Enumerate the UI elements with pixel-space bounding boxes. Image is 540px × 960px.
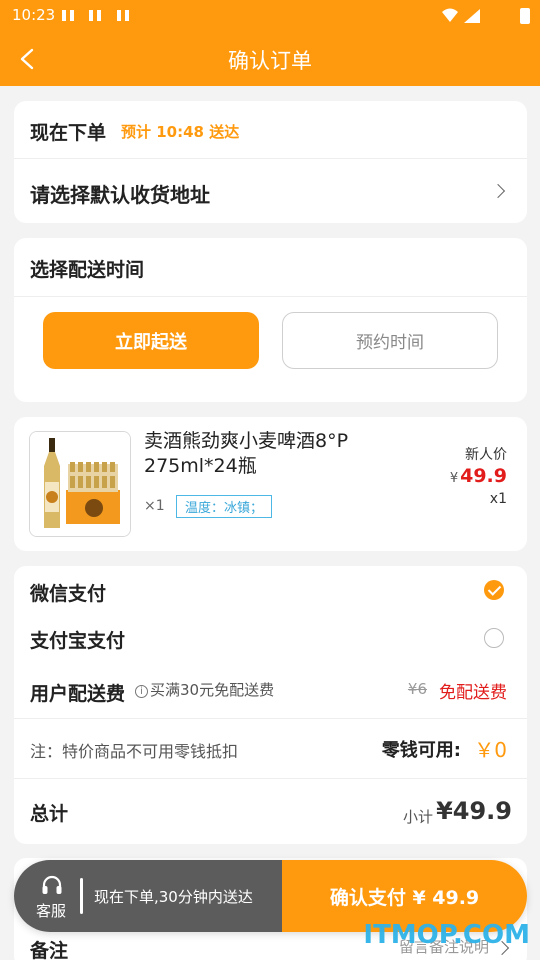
product-count: x1 bbox=[489, 491, 507, 507]
info-icon: i bbox=[135, 685, 148, 698]
customer-service-label: 客服 bbox=[36, 902, 67, 920]
change-available-value: ￥0 bbox=[474, 738, 507, 762]
status-bar: 10:23 bbox=[0, 0, 540, 32]
chevron-right-icon bbox=[490, 183, 506, 199]
order-info-card: 现在下单 预计 10:48 送达 请选择默认收货地址 bbox=[14, 101, 527, 223]
currency-symbol: ¥ bbox=[449, 471, 459, 486]
divider bbox=[14, 718, 527, 719]
wifi-signal-icon bbox=[442, 8, 480, 23]
eta-label: 预计 10:48 送达 bbox=[121, 123, 240, 141]
product-name: 卖酒熊劲爽小麦啤酒8°P 275ml*24瓶 bbox=[144, 430, 349, 477]
special-price-note: 注：特价商品不可用零钱抵扣 bbox=[30, 742, 239, 761]
nav-bar: 确认订单 bbox=[0, 32, 540, 86]
tag-value: 冰镇； bbox=[224, 501, 264, 516]
total-label: 总计 bbox=[30, 803, 69, 825]
schedule-time-button[interactable]: 预约时间 bbox=[282, 312, 498, 369]
page-title: 确认订单 bbox=[228, 49, 312, 73]
battery-icon bbox=[520, 8, 530, 24]
beer-product-illustration bbox=[30, 432, 130, 536]
price-value: 49.9 bbox=[460, 465, 507, 487]
wechat-pay-label[interactable]: 微信支付 bbox=[30, 579, 106, 606]
product-image bbox=[29, 431, 131, 537]
checkout-info: 客服 现在下单,30分钟内送达 bbox=[14, 860, 282, 932]
address-selector[interactable]: 请选择默认收货地址 bbox=[14, 160, 527, 223]
tag-label: 温度： bbox=[185, 501, 225, 516]
status-time: 10:23 bbox=[12, 6, 56, 24]
alipay-radio-icon[interactable] bbox=[484, 628, 504, 648]
product-card: 卖酒熊劲爽小麦啤酒8°P 275ml*24瓶 ×1 温度：冰镇； 新人价 ¥49… bbox=[14, 417, 527, 551]
divider bbox=[80, 878, 83, 914]
notification-icon bbox=[62, 10, 74, 21]
watermark: ITMOP.COM bbox=[363, 920, 530, 950]
order-time-row: 现在下单 预计 10:48 送达 bbox=[14, 101, 527, 159]
product-quantity: ×1 bbox=[144, 498, 165, 514]
fee-hint: i 买满30元免配送费 bbox=[135, 679, 274, 700]
change-available-label: 零钱可用: bbox=[381, 740, 461, 761]
customer-service-button[interactable] bbox=[34, 874, 70, 902]
payment-card: 微信支付 支付宝支付 用户配送费 i 买满30元免配送费 ¥6 免配送费 注：特价… bbox=[14, 566, 527, 844]
product-price: ¥49.9 bbox=[450, 465, 507, 487]
fee-hint-text: 买满30元免配送费 bbox=[150, 681, 275, 699]
address-label: 请选择默认收货地址 bbox=[30, 183, 210, 207]
headset-icon bbox=[42, 875, 62, 894]
delivery-fee-label: 用户配送费 bbox=[30, 683, 126, 705]
delivery-title: 选择配送时间 bbox=[30, 259, 145, 281]
original-fee: ¥6 bbox=[407, 680, 427, 698]
wechat-pay-checked-icon[interactable] bbox=[484, 580, 504, 600]
new-user-price-label: 新人价 bbox=[465, 447, 507, 463]
subtotal-value: ¥49.9 bbox=[436, 797, 512, 825]
temperature-tag: 温度：冰镇； bbox=[176, 495, 273, 518]
notification-icon bbox=[89, 10, 101, 21]
remark-label: 备注 bbox=[30, 940, 69, 960]
notification-icon bbox=[117, 10, 129, 21]
alipay-label[interactable]: 支付宝支付 bbox=[30, 626, 125, 653]
delivery-time-card: 选择配送时间 立即起送 预约时间 bbox=[14, 238, 527, 402]
subtotal-label: 小计 bbox=[402, 808, 433, 826]
deliver-now-button[interactable]: 立即起送 bbox=[43, 312, 259, 369]
divider bbox=[14, 778, 527, 779]
divider bbox=[14, 296, 527, 297]
delivery-promise: 现在下单,30分钟内送达 bbox=[94, 888, 253, 906]
free-delivery-label: 免配送费 bbox=[439, 683, 507, 703]
order-now-label: 现在下单 bbox=[30, 122, 107, 144]
